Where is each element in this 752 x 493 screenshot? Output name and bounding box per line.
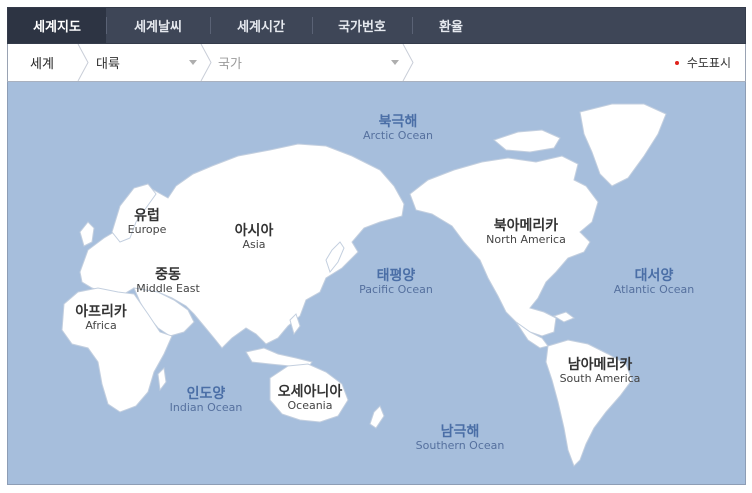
show-capitals-toggle[interactable]: 수도표시 bbox=[674, 44, 731, 81]
breadcrumb: 세계 대륙 국가 수도표시 bbox=[7, 44, 746, 82]
breadcrumb-world[interactable]: 세계 bbox=[30, 44, 54, 81]
continent-label-europe[interactable]: 유럽 Europe bbox=[128, 208, 167, 237]
continent-select[interactable]: 대륙 bbox=[96, 44, 120, 81]
world-map: 유럽 Europe 아시아 Asia 중동 Middle East 아프리카 A… bbox=[7, 82, 746, 485]
ocean-label-pacific: 태평양 Pacific Ocean bbox=[359, 268, 433, 297]
continent-label-africa[interactable]: 아프리카 Africa bbox=[75, 304, 127, 333]
tab-country-code[interactable]: 국가번호 bbox=[312, 8, 412, 43]
tab-world-map[interactable]: 세계지도 bbox=[8, 8, 106, 43]
tab-exchange-rate[interactable]: 환율 bbox=[412, 8, 490, 43]
ocean-label-atlantic: 대서양 Atlantic Ocean bbox=[613, 268, 695, 297]
land-arctic-islands[interactable] bbox=[492, 129, 561, 153]
land-british-isles[interactable] bbox=[79, 221, 95, 247]
country-select[interactable]: 국가 bbox=[218, 44, 242, 81]
breadcrumb-separator-icon bbox=[402, 44, 414, 81]
land-greenland[interactable] bbox=[579, 103, 667, 187]
tab-bar: 세계지도 세계날씨 세계시간 국가번호 환율 bbox=[7, 7, 746, 44]
capital-dot-icon bbox=[674, 60, 679, 65]
land-new-zealand[interactable] bbox=[369, 405, 385, 429]
show-capitals-label: 수도표시 bbox=[686, 56, 731, 70]
breadcrumb-separator-icon bbox=[77, 44, 89, 81]
ocean-label-arctic: 북극해 Arctic Ocean bbox=[363, 114, 433, 143]
breadcrumb-separator-icon bbox=[200, 44, 212, 81]
chevron-down-icon[interactable] bbox=[189, 60, 197, 65]
continent-label-asia[interactable]: 아시아 Asia bbox=[235, 223, 274, 252]
tab-world-time[interactable]: 세계시간 bbox=[210, 8, 312, 43]
land-caribbean[interactable] bbox=[552, 311, 576, 323]
continent-label-south-america[interactable]: 남아메리카 South America bbox=[560, 357, 641, 386]
continent-label-oceania[interactable]: 오세아니아 Oceania bbox=[278, 384, 342, 413]
tab-world-weather[interactable]: 세계날씨 bbox=[106, 8, 210, 43]
continent-label-middle-east[interactable]: 중동 Middle East bbox=[136, 267, 200, 296]
land-madagascar[interactable] bbox=[157, 366, 167, 392]
ocean-label-southern: 남극해 Southern Ocean bbox=[415, 424, 505, 453]
ocean-label-indian: 인도양 Indian Ocean bbox=[169, 386, 243, 415]
continent-label-north-america[interactable]: 북아메리카 North America bbox=[486, 218, 566, 247]
chevron-down-icon[interactable] bbox=[391, 60, 399, 65]
